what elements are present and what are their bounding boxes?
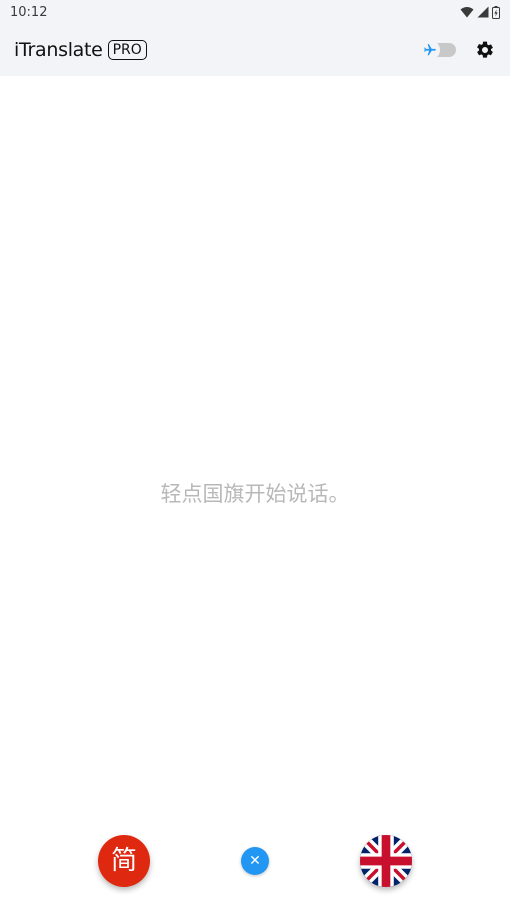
app-bar: iTranslate PRO: [0, 24, 510, 76]
offline-mode-toggle[interactable]: [420, 40, 456, 60]
app-logo: iTranslate PRO: [14, 39, 147, 61]
gear-icon: [477, 41, 493, 58]
status-icons: [460, 5, 500, 19]
settings-button[interactable]: [474, 39, 496, 61]
translator-screen: 10:12 iTranslate PRO 轻点国旗开始说话。 简 ✕: [0, 0, 510, 907]
app-title: iTranslate: [14, 39, 103, 61]
battery-icon: [492, 5, 500, 19]
source-language-button[interactable]: 简: [98, 835, 150, 887]
pro-badge: PRO: [107, 40, 147, 60]
tap-flag-hint: 轻点国旗开始说话。: [160, 482, 350, 506]
status-time: 10:12: [10, 4, 48, 20]
wifi-icon: [460, 7, 474, 18]
app-bar-actions: [420, 39, 496, 61]
swap-languages-button[interactable]: ✕: [241, 847, 269, 875]
close-icon: ✕: [249, 853, 261, 869]
chinese-simplified-glyph: 简: [110, 846, 137, 876]
signal-icon: [477, 6, 489, 18]
airplane-icon: [420, 40, 440, 60]
target-language-button[interactable]: [360, 835, 412, 887]
status-bar: 10:12: [0, 0, 510, 24]
uk-flag-icon: [360, 835, 412, 887]
